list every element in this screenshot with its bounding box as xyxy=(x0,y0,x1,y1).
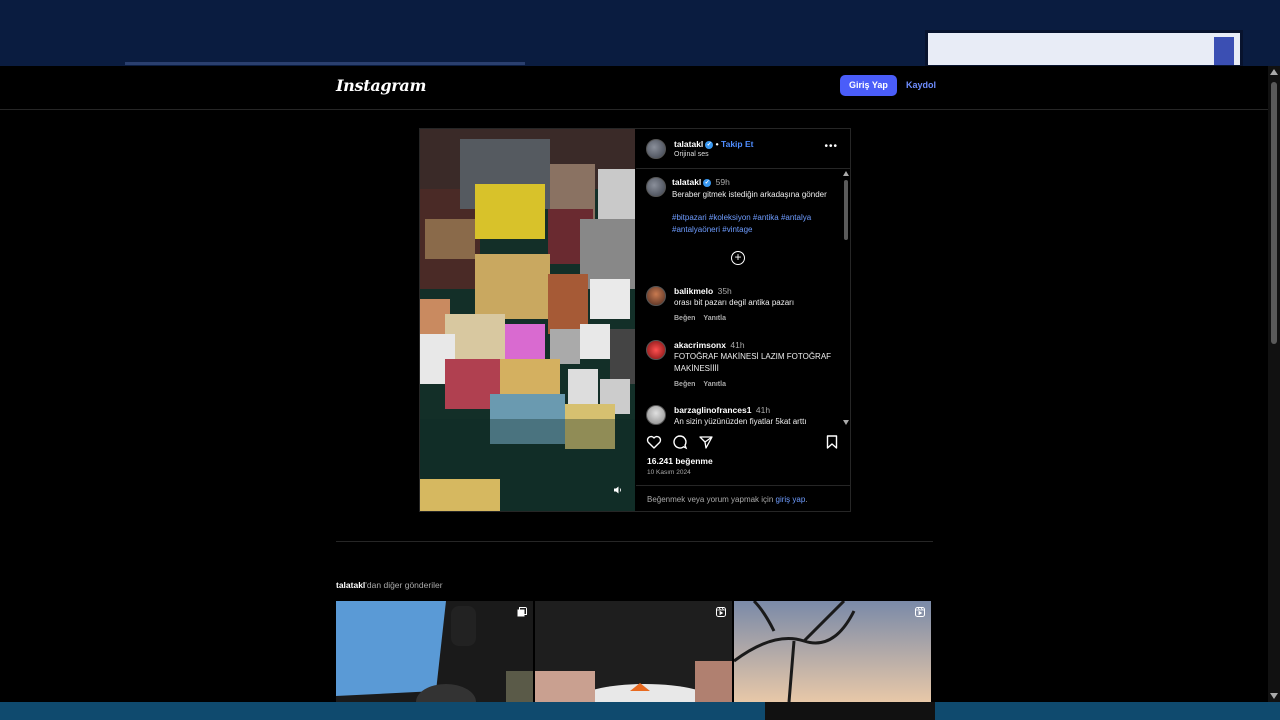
post-thumbnail[interactable] xyxy=(535,601,732,702)
reels-icon xyxy=(915,607,925,617)
post-sidebar: talatakl ✓ • Takip Et Orijinal ses ••• ta… xyxy=(636,129,850,511)
audio-label[interactable]: Orijinal ses xyxy=(674,151,709,158)
comment-actions: Beğen Yanıtla xyxy=(674,315,734,322)
like-comment-button[interactable]: Beğen xyxy=(674,381,695,388)
caption-text: Beraber gitmek istediğin arkadaşına gönd… xyxy=(672,190,827,199)
likes-count[interactable]: 16.241 beğenme xyxy=(647,456,713,466)
comment-text: FOTOĞRAF MAKİNESİ LAZIM FOTOĞRAF MAKİNES… xyxy=(674,352,832,373)
desktop-taskbar xyxy=(0,702,1280,720)
signup-link[interactable]: Kaydol xyxy=(906,75,936,96)
avatar[interactable] xyxy=(646,405,666,425)
post-thumbnail[interactable] xyxy=(734,601,931,702)
reply-button[interactable]: Yanıtla xyxy=(703,315,726,322)
more-posts-suffix: 'dan diğer gönderiler xyxy=(365,580,443,590)
share-icon[interactable] xyxy=(698,434,714,450)
avatar[interactable] xyxy=(646,139,666,159)
instagram-logo[interactable]: Instagram xyxy=(336,76,426,95)
post-video[interactable] xyxy=(420,129,635,511)
login-prompt: Beğenmek veya yorum yapmak için giriş ya… xyxy=(636,485,850,511)
thumbnail-image-2 xyxy=(535,601,732,702)
more-posts-grid xyxy=(336,601,933,702)
comment-text: An sizin yüzünüzden fiyatlar 5kat arttı xyxy=(674,417,807,426)
top-navigation: Instagram Giriş Yap Kaydol xyxy=(0,66,1268,110)
save-icon[interactable] xyxy=(824,434,840,450)
post-author: talatakl ✓ • Takip Et xyxy=(674,139,753,149)
comment-author: akacrimsonx 41h xyxy=(674,340,745,350)
comment-actions: Beğen Yanıtla xyxy=(674,381,734,388)
video-frame xyxy=(420,129,635,511)
separator: • xyxy=(715,139,719,149)
comment-item: balikmelo 35h orası bit pazarı degil ant… xyxy=(636,286,842,326)
comment-author: balikmelo 35h xyxy=(674,286,732,296)
login-link[interactable]: giriş yap xyxy=(776,495,806,504)
more-options-icon[interactable]: ••• xyxy=(824,141,838,152)
reels-icon xyxy=(716,607,726,617)
more-posts-title: talatakl'dan diğer gönderiler xyxy=(336,580,443,590)
author-username[interactable]: talatakl xyxy=(674,139,703,149)
desktop-pixel-window xyxy=(925,30,1243,68)
desktop-progress-bar xyxy=(125,62,525,65)
verified-icon: ✓ xyxy=(703,178,712,187)
more-posts-username[interactable]: talatakl xyxy=(336,580,365,590)
section-divider xyxy=(336,541,933,542)
comment-author: barzaglinofrances1 41h xyxy=(674,405,771,415)
comments-scrollbar[interactable] xyxy=(842,170,850,426)
avatar[interactable] xyxy=(646,286,666,306)
caption-avatar[interactable] xyxy=(646,177,666,197)
login-prompt-end: . xyxy=(805,495,808,504)
carousel-icon xyxy=(517,607,527,617)
follow-button[interactable]: Takip Et xyxy=(721,139,753,149)
reply-button[interactable]: Yanıtla xyxy=(703,381,726,388)
caption-hashtags[interactable]: #bitpazari #koleksiyon #antika #antalya … xyxy=(672,212,838,235)
sound-icon[interactable] xyxy=(611,485,625,499)
page-scrollbar[interactable] xyxy=(1268,66,1280,702)
comments-section[interactable]: talatakl ✓ 59h Beraber gitmek istediğin a… xyxy=(636,170,850,426)
caption-author: talatakl ✓ 59h xyxy=(672,177,730,187)
comment-icon[interactable] xyxy=(672,434,688,450)
post-card: talatakl ✓ • Takip Et Orijinal ses ••• ta… xyxy=(419,128,851,512)
caption-username[interactable]: talatakl xyxy=(672,177,701,187)
login-prompt-text: Beğenmek veya yorum yapmak için xyxy=(647,495,776,504)
like-icon[interactable] xyxy=(646,434,662,450)
comment-item: barzaglinofrances1 41h An sizin yüzünüzd… xyxy=(636,405,842,426)
post-thumbnail[interactable] xyxy=(336,601,533,702)
post-actions xyxy=(636,429,850,455)
comment-item: akacrimsonx 41h FOTOĞRAF MAKİNESİ LAZIM … xyxy=(636,340,842,390)
verified-icon: ✓ xyxy=(705,140,714,149)
like-comment-button[interactable]: Beğen xyxy=(674,315,695,322)
login-button[interactable]: Giriş Yap xyxy=(840,75,897,96)
caption-time: 59h xyxy=(715,177,730,187)
post-header: talatakl ✓ • Takip Et Orijinal ses ••• xyxy=(636,129,850,169)
avatar[interactable] xyxy=(646,340,666,360)
post-date[interactable]: 10 Kasım 2024 xyxy=(647,469,691,476)
thumbnail-image-1 xyxy=(336,601,533,702)
thumbnail-image-3 xyxy=(734,601,931,702)
comment-text: orası bit pazarı degil antika pazarı xyxy=(674,298,795,307)
load-more-comments-icon[interactable]: + xyxy=(731,251,745,265)
browser-viewport: Instagram Giriş Yap Kaydol talatakl ✓ • … xyxy=(0,66,1280,702)
